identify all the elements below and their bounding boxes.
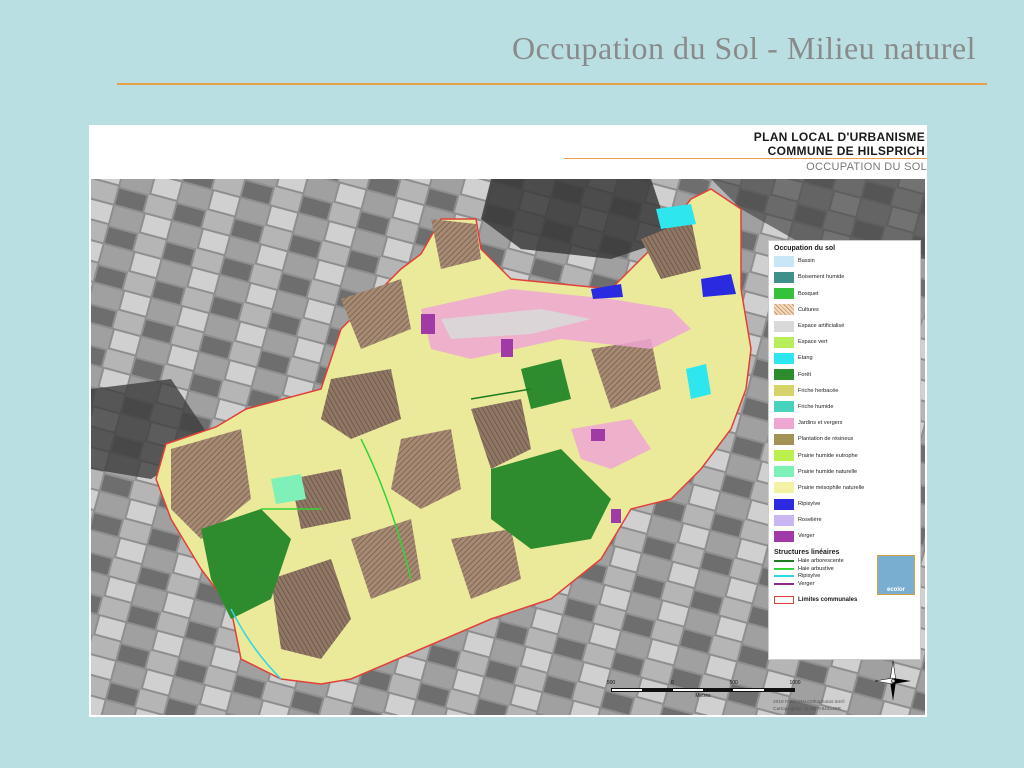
legend-item: Prairie mésophile naturelle xyxy=(774,482,915,495)
legend-item: Jardins et vergers xyxy=(774,417,915,430)
credit-line1: 2018 Fond IGN Orthophotos 5m© xyxy=(773,700,846,705)
legend-label: Roselière xyxy=(798,517,822,524)
legend-swatch xyxy=(774,255,794,267)
map-frame: PLAN LOCAL D'URBANISME COMMUNE DE HILSPR… xyxy=(89,125,927,717)
scale-label: 0 xyxy=(670,680,674,686)
verger-patch xyxy=(611,509,621,523)
legend-item: Boisement humide xyxy=(774,271,915,284)
legend-label: Friche humide xyxy=(798,403,834,410)
legend-line-label: Haie arborescente xyxy=(798,558,844,565)
legend-line-label: Verger xyxy=(798,580,815,587)
legend-item: Espace artificialisé xyxy=(774,320,915,333)
verger-patch xyxy=(421,314,435,334)
logo-text: ecolor xyxy=(886,587,905,593)
map-credit: 2018 Fond IGN Orthophotos 5m© Cartograph… xyxy=(773,699,845,713)
map-header-line1: PLAN LOCAL D'URBANISME xyxy=(753,130,925,144)
legend-label: Bosquet xyxy=(798,290,819,297)
legend-item: Espace vert xyxy=(774,336,915,349)
legend-label: Cultures xyxy=(798,306,819,313)
legend-title: Occupation du sol xyxy=(774,245,836,252)
verger-patch xyxy=(501,339,513,357)
map-header-line2: COMMUNE DE HILSPRICH xyxy=(767,144,925,158)
legend-limit-item: Limites communales xyxy=(774,595,915,604)
legend-swatch xyxy=(774,417,794,429)
legend-label: Verger xyxy=(798,533,815,540)
legend-swatch xyxy=(774,288,794,300)
legend-item: Cultures xyxy=(774,304,915,317)
legend-swatch xyxy=(774,450,794,461)
legend-swatch xyxy=(774,271,794,283)
legend-item: Etang xyxy=(774,352,915,365)
legend-line-swatch xyxy=(774,575,794,578)
north-label: N xyxy=(888,649,895,659)
legend-swatch xyxy=(774,352,794,364)
credit-line2: Cartographie : S. LETHUILLIER xyxy=(773,707,841,712)
legend-label: Bassin xyxy=(798,258,815,265)
slide-title: Occupation du Sol - Milieu naturel xyxy=(511,30,976,66)
legend-item: Prairie humide eutrophe xyxy=(774,449,915,462)
legend-line-swatch xyxy=(774,582,794,585)
legend-item: Ripisylve xyxy=(774,498,915,511)
title-divider xyxy=(117,83,987,85)
scale-label: 500 xyxy=(729,680,738,686)
legend-item: Bosquet xyxy=(774,287,915,300)
legend-label: Friche herbacée xyxy=(798,387,839,394)
legend-swatch xyxy=(774,466,794,478)
verger-patch xyxy=(591,429,605,441)
legend-item: Bassin xyxy=(774,255,915,268)
legend-item: Roselière xyxy=(774,514,915,527)
legend-label: Prairie mésophile naturelle xyxy=(798,484,865,491)
legend-label: Espace artificialisé xyxy=(798,323,845,329)
legend-label: Prairie humide naturelle xyxy=(798,468,858,475)
legend-swatch xyxy=(774,385,794,397)
legend-swatch xyxy=(774,482,794,494)
legend-line-swatch xyxy=(774,560,794,563)
legend-swatch xyxy=(774,433,794,445)
legend-label: Prairie humide eutrophe xyxy=(798,452,858,459)
scale-bar: 500 0 500 1000 Metres xyxy=(607,680,801,699)
scale-label: 500 xyxy=(606,680,616,686)
legend-item: Prairie humide naturelle xyxy=(774,465,915,478)
legend-label: Jardins et vergers xyxy=(798,420,843,427)
legend-item: Plantation de résineux xyxy=(774,433,915,446)
legend-line-label: Ripisylve xyxy=(798,573,821,580)
prairie-humide-patch xyxy=(271,474,306,504)
legend-label: Ripisylve xyxy=(798,501,821,508)
scale-unit: Metres xyxy=(695,693,711,699)
legend-item: Verger xyxy=(774,530,915,543)
legend-swatch xyxy=(774,498,794,510)
legend-swatch xyxy=(774,514,794,526)
ecolor-logo: ecolor xyxy=(877,555,915,595)
legend-line-label: Haie arbustive xyxy=(798,565,834,572)
scale-label: 1000 xyxy=(789,680,801,686)
legend-swatch xyxy=(774,336,794,348)
map-legend: Occupation du sol Bassin Boisement humide… xyxy=(768,240,921,660)
legend-line-swatch xyxy=(774,567,794,570)
north-arrow: N xyxy=(873,649,913,705)
legend-label: Espace vert xyxy=(798,339,828,346)
map-image: Occupation du sol Bassin Boisement humide… xyxy=(91,179,925,715)
legend-swatch xyxy=(774,304,794,316)
map-header-rule xyxy=(564,158,927,159)
legend-label: Etang xyxy=(798,355,813,362)
legend-swatch xyxy=(774,320,794,332)
legend-label: Forêt xyxy=(798,371,812,378)
legend-limit-swatch xyxy=(774,595,794,604)
legend-swatch xyxy=(774,401,794,413)
map-header-line3: OCCUPATION DU SOL xyxy=(806,161,927,173)
legend-label: Plantation de résineux xyxy=(798,436,854,443)
legend-label: Boisement humide xyxy=(798,274,845,281)
legend-swatch xyxy=(774,530,794,542)
legend-item: Friche humide xyxy=(774,401,915,414)
legend-item: Friche herbacée xyxy=(774,385,915,398)
legend-item: Forêt xyxy=(774,368,915,381)
map-header: PLAN LOCAL D'URBANISME COMMUNE DE HILSPR… xyxy=(89,125,927,179)
legend-limit-label: Limites communales xyxy=(798,596,858,603)
legend-swatch xyxy=(774,369,794,381)
